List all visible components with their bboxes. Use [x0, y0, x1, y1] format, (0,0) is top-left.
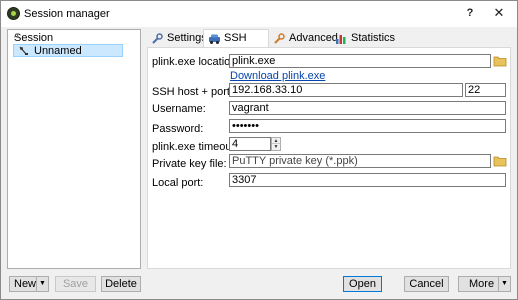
session-list[interactable]: Session name^ Unnamed: [7, 29, 141, 269]
timeout-stepper[interactable]: ▲ ▼: [271, 137, 281, 151]
ssh-port-input[interactable]: 22: [465, 83, 506, 97]
folder-browse-icon[interactable]: [493, 155, 507, 167]
ssh-host-port-label: SSH host + port:: [152, 86, 234, 98]
password-label: Password:: [152, 123, 204, 135]
tab-ssh-tunnel[interactable]: SSH tunnel: [203, 29, 269, 60]
bar-chart-icon: [336, 35, 346, 44]
app-logo-icon: [7, 7, 20, 20]
new-button[interactable]: New ▼: [9, 276, 49, 292]
tab-statistics-label: Statistics: [351, 32, 396, 44]
window-title: Session manager: [24, 8, 110, 20]
title-bar: Session manager ? ✕: [1, 1, 517, 27]
private-key-input[interactable]: PuTTY private key (*.ppk): [229, 154, 491, 168]
session-item-label: Unnamed: [34, 45, 82, 57]
plink-location-input[interactable]: plink.exe: [229, 54, 491, 68]
password-input[interactable]: •••••••: [229, 119, 506, 133]
download-plink-link[interactable]: Download plink.exe: [230, 70, 325, 82]
chevron-down-icon[interactable]: ▼: [36, 277, 48, 291]
save-button[interactable]: Save: [55, 276, 96, 292]
tab-settings-label: Settings: [167, 32, 207, 44]
session-item-unnamed[interactable]: Unnamed: [13, 44, 123, 57]
plug-icon: [19, 46, 28, 55]
wrench-icon: [274, 33, 285, 44]
username-label: Username:: [152, 103, 206, 115]
open-button[interactable]: Open: [343, 276, 382, 292]
plink-location-label: plink.exe location:: [152, 56, 240, 68]
stepper-down-icon[interactable]: ▼: [272, 144, 280, 150]
local-port-input[interactable]: 3307: [229, 173, 506, 187]
car-icon: [209, 34, 220, 44]
username-input[interactable]: vagrant: [229, 101, 506, 115]
tab-settings[interactable]: Settings: [147, 30, 207, 48]
tab-advanced[interactable]: Advanced: [269, 30, 338, 48]
more-button-label: More: [469, 278, 495, 290]
ssh-host-input[interactable]: 192.168.33.10: [229, 83, 463, 97]
help-button[interactable]: ?: [461, 5, 479, 21]
sort-ascending-icon: ^: [14, 32, 20, 44]
tab-statistics[interactable]: Statistics: [331, 30, 397, 48]
private-key-label: Private key file:: [152, 158, 227, 170]
session-list-header[interactable]: Session name^: [8, 30, 140, 56]
plink-timeout-input[interactable]: 4: [229, 137, 271, 151]
close-button[interactable]: ✕: [490, 5, 508, 21]
folder-browse-icon[interactable]: [493, 55, 507, 67]
new-button-label: New: [14, 278, 37, 290]
session-manager-window: Session manager ? ✕ Session name^ Unname…: [0, 0, 518, 300]
local-port-label: Local port:: [152, 177, 204, 189]
plink-timeout-label: plink.exe timeout:: [152, 141, 238, 153]
more-button[interactable]: More ▼: [458, 276, 511, 292]
cancel-button[interactable]: Cancel: [404, 276, 449, 292]
delete-button[interactable]: Delete: [101, 276, 141, 292]
wrench-icon: [152, 33, 163, 44]
chevron-down-icon[interactable]: ▼: [498, 277, 510, 291]
